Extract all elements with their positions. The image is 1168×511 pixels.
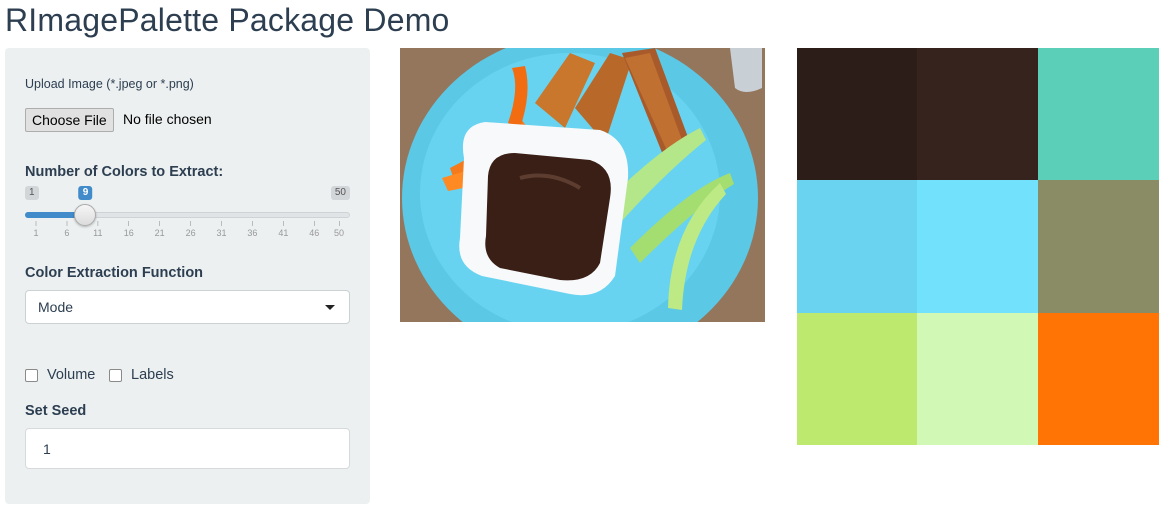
slider-ticks: 1 6 11 16 21 26 31 36 41 46 50 <box>25 221 350 245</box>
slider-max-label: 50 <box>330 186 350 200</box>
uploaded-image <box>400 48 765 322</box>
slider-tick: 16 <box>124 221 134 238</box>
palette-swatch <box>797 180 917 313</box>
palette-swatch <box>917 313 1038 445</box>
palette-swatch <box>797 313 917 445</box>
labels-checkbox-box[interactable] <box>109 368 122 382</box>
choose-file-button[interactable]: Choose File <box>25 108 114 132</box>
seed-label: Set Seed <box>25 403 87 419</box>
slider-tick: 11 <box>93 221 102 238</box>
palette-swatch <box>917 180 1038 313</box>
function-selected-value: Mode <box>38 299 74 315</box>
volume-checkbox-box[interactable] <box>25 368 38 382</box>
slider-tick: 50 <box>334 221 344 238</box>
palette-swatch <box>917 48 1038 180</box>
colors-count-label: Number of Colors to Extract: <box>25 164 224 180</box>
chevron-down-icon <box>325 305 335 310</box>
volume-checkbox[interactable]: Volume <box>25 367 95 383</box>
slider-tick: 31 <box>216 221 226 238</box>
slider-tick: 46 <box>309 221 319 238</box>
palette-swatch <box>1038 313 1159 445</box>
palette-swatch <box>1038 48 1159 180</box>
sidebar-panel: Upload Image (*.jpeg or *.png) Choose Fi… <box>5 48 370 504</box>
function-select[interactable]: Mode <box>25 290 350 324</box>
seed-input[interactable]: 1 <box>25 428 350 469</box>
palette-swatch <box>797 48 917 180</box>
labels-checkbox-label: Labels <box>131 367 174 383</box>
food-photo-illustration <box>400 48 765 322</box>
labels-checkbox[interactable]: Labels <box>109 367 174 383</box>
slider-tick: 1 <box>33 221 38 238</box>
file-status-text: No file chosen <box>123 111 212 127</box>
color-palette <box>797 48 1159 445</box>
colors-count-slider[interactable]: 1 50 9 1 6 11 16 21 26 31 36 41 46 50 <box>25 186 350 246</box>
palette-swatch <box>1038 180 1159 313</box>
slider-min-label: 1 <box>25 186 39 200</box>
page-title: RImagePalette Package Demo <box>5 2 450 38</box>
volume-checkbox-label: Volume <box>47 367 96 383</box>
slider-tick: 21 <box>155 221 165 238</box>
slider-tick: 36 <box>247 221 257 238</box>
function-label: Color Extraction Function <box>25 265 204 281</box>
slider-tick: 6 <box>64 221 69 238</box>
slider-tick: 41 <box>278 221 288 238</box>
upload-label: Upload Image (*.jpeg or *.png) <box>25 77 194 91</box>
slider-tick: 26 <box>186 221 196 238</box>
slider-value-label: 9 <box>78 186 93 200</box>
